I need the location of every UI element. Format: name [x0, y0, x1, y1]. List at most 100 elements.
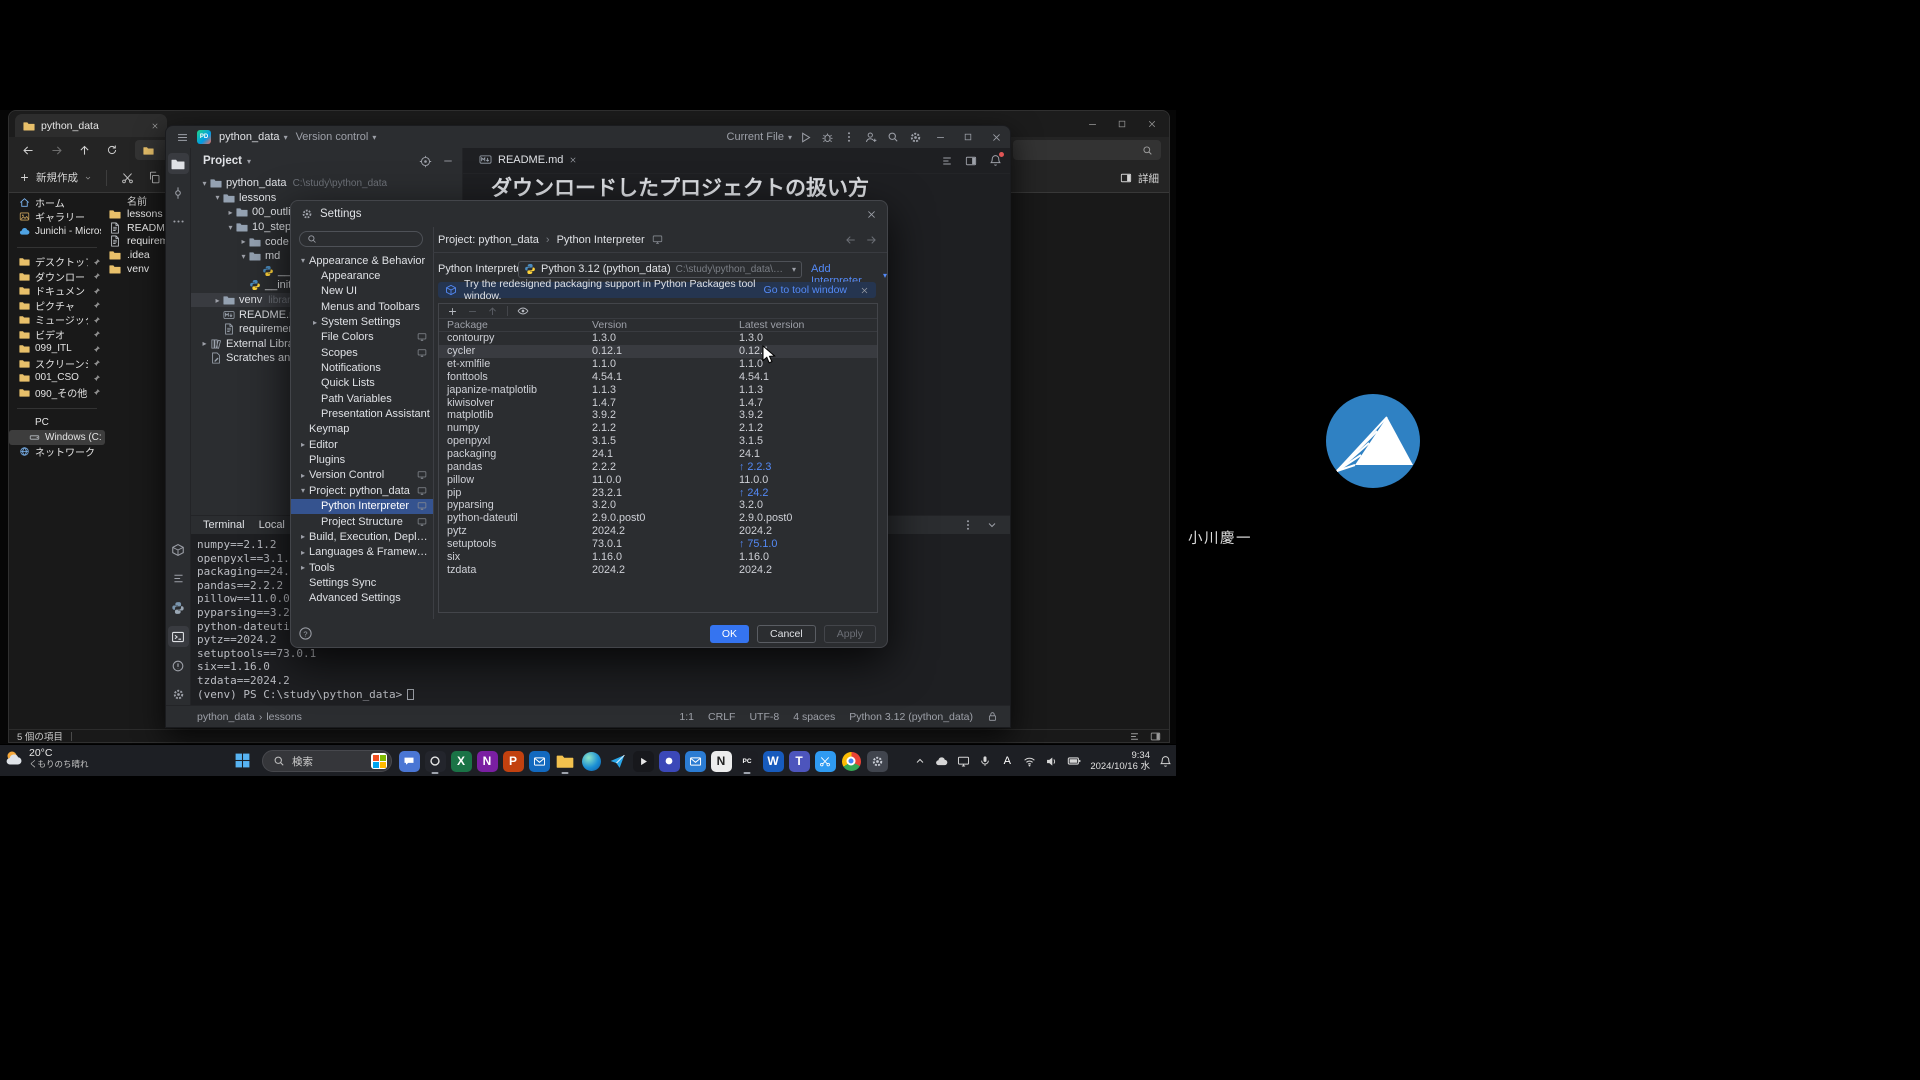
dismiss-banner-icon[interactable] [860, 286, 869, 295]
debug-icon[interactable] [816, 126, 838, 148]
help-button[interactable]: ? [298, 626, 313, 641]
settings-icon[interactable] [904, 126, 926, 148]
settings-nav-item[interactable]: Quick Lists [291, 376, 433, 391]
hide-terminal-icon[interactable] [986, 519, 998, 531]
explorer-sidebar-item[interactable]: ドキュメント [9, 284, 105, 299]
copy-icon[interactable] [148, 171, 161, 184]
settings-nav-item[interactable]: Settings Sync [291, 575, 433, 590]
package-row[interactable]: numpy2.1.22.1.2 [439, 422, 877, 435]
settings-nav-item[interactable]: ▾Project: python_data [291, 483, 433, 498]
settings-nav-item[interactable]: File Colors [291, 330, 433, 345]
start-button[interactable] [234, 752, 251, 769]
project-tree-item[interactable]: ▾python_dataC:\study\python_data [191, 176, 462, 191]
uninstall-package-icon[interactable] [467, 306, 478, 317]
settings-nav-item[interactable]: Plugins [291, 452, 433, 467]
package-row[interactable]: pyparsing3.2.03.2.0 [439, 499, 877, 512]
column-version[interactable]: Version [592, 319, 739, 331]
more-actions-icon[interactable] [838, 126, 860, 148]
breadcrumb-page[interactable]: Python Interpreter [557, 234, 645, 246]
more-tools-icon[interactable] [168, 211, 189, 232]
settings-nav-item[interactable]: Keymap [291, 422, 433, 437]
explorer-sidebar-item[interactable]: ネットワーク [9, 445, 105, 460]
editor-layout-icon[interactable] [941, 155, 953, 167]
python-console-icon[interactable] [168, 597, 189, 618]
run-configuration-widget[interactable]: Current File [727, 131, 784, 143]
taskbar-app-excel[interactable]: X [448, 747, 474, 775]
settings-nav-item[interactable]: Scopes [291, 345, 433, 360]
settings-nav-item[interactable]: Python Interpreter [291, 499, 433, 514]
settings-nav-item[interactable]: New UI [291, 284, 433, 299]
taskbar-app-edge[interactable] [578, 747, 604, 775]
taskbar-app-paper-plane[interactable] [604, 747, 630, 775]
encoding[interactable]: UTF-8 [749, 711, 779, 723]
explorer-sidebar-item[interactable]: Windows (C:) [9, 430, 105, 445]
package-row[interactable]: pytz2024.22024.2 [439, 525, 877, 538]
explorer-sidebar-item[interactable]: ミュージック [9, 313, 105, 328]
explorer-sidebar-item[interactable]: Junichi - Microsoft [9, 224, 105, 239]
details-pane-button[interactable]: 詳細 [1120, 163, 1159, 193]
interpreter-status[interactable]: Python 3.12 (python_data) [849, 711, 973, 723]
forward-icon[interactable] [47, 144, 65, 157]
weather-widget[interactable]: 20°C くもりのち晴れ [4, 747, 89, 769]
upgrade-package-icon[interactable] [487, 306, 498, 317]
settings-nav-item[interactable]: ▸Languages & Frameworks [291, 545, 433, 560]
column-package[interactable]: Package [447, 319, 592, 331]
explorer-sidebar-item[interactable]: PC [9, 416, 105, 431]
services-tool-icon[interactable] [168, 684, 189, 705]
ime-indicator[interactable]: A [1000, 755, 1014, 767]
split-editor-icon[interactable] [965, 155, 977, 167]
explorer-sidebar-item[interactable]: スクリーンショット [9, 356, 105, 371]
interpreter-dropdown[interactable]: Python 3.12 (python_data) C:\study\pytho… [518, 261, 802, 278]
maximize-icon[interactable] [1107, 111, 1137, 137]
explorer-tab[interactable]: python_data [15, 114, 167, 137]
taskbar-app-word[interactable]: W [760, 747, 786, 775]
project-widget[interactable]: python_data [219, 131, 280, 143]
taskbar-app-settings-app[interactable] [864, 747, 890, 775]
package-row[interactable]: python-dateutil2.9.0.post02.9.0.post0 [439, 512, 877, 525]
notifications-icon[interactable] [989, 154, 1002, 167]
package-row[interactable]: contourpy1.3.01.3.0 [439, 332, 877, 345]
taskbar-app-pycharm[interactable]: PC [734, 747, 760, 775]
package-row[interactable]: cycler0.12.10.12.1 [439, 345, 877, 358]
package-row[interactable]: pillow11.0.011.0.0 [439, 473, 877, 486]
explorer-sidebar-item[interactable]: ホーム [9, 195, 105, 210]
battery-icon[interactable] [1067, 754, 1081, 768]
package-row[interactable]: pandas2.2.2↑ 2.2.3 [439, 460, 877, 473]
settings-search[interactable] [299, 231, 423, 247]
readonly-lock-icon[interactable] [987, 711, 998, 722]
settings-nav-item[interactable]: Menus and Toolbars [291, 299, 433, 314]
volume-icon[interactable] [1045, 755, 1058, 768]
forward-icon[interactable] [865, 234, 877, 246]
minimize-icon[interactable] [1077, 111, 1107, 137]
show-early-releases-icon[interactable] [517, 305, 529, 317]
explorer-sidebar-item[interactable]: ギャラリー [9, 210, 105, 225]
new-item-button[interactable]: 新規作成 [19, 170, 92, 185]
taskbar-app-explorer[interactable] [552, 747, 578, 775]
code-with-me-icon[interactable] [860, 126, 882, 148]
close-icon[interactable] [982, 126, 1010, 148]
explorer-search-box[interactable] [1013, 140, 1161, 160]
explorer-sidebar-item[interactable]: ビデオ [9, 327, 105, 342]
taskbar-app-onenote[interactable]: N [474, 747, 500, 775]
up-icon[interactable] [75, 144, 93, 157]
project-panel-title[interactable]: Project [203, 155, 242, 167]
line-ending[interactable]: CRLF [708, 711, 735, 723]
taskbar-app-chrome[interactable] [838, 747, 864, 775]
settings-nav-item[interactable]: ▸System Settings [291, 314, 433, 329]
notification-bell-icon[interactable] [1159, 755, 1172, 768]
package-row[interactable]: kiwisolver1.4.71.4.7 [439, 396, 877, 409]
refresh-icon[interactable] [103, 144, 121, 156]
minimize-icon[interactable] [926, 126, 954, 148]
taskbar-app-notion[interactable]: N [708, 747, 734, 775]
cancel-button[interactable]: Cancel [757, 625, 816, 643]
select-opened-file-icon[interactable] [419, 155, 432, 168]
vcs-widget[interactable]: Version control [296, 131, 369, 143]
settings-nav-item[interactable]: Appearance [291, 268, 433, 283]
package-row[interactable]: six1.16.01.16.0 [439, 550, 877, 563]
go-to-tool-window-link[interactable]: Go to tool window [764, 284, 847, 296]
close-icon[interactable] [1137, 111, 1167, 137]
commit-tool-icon[interactable] [168, 182, 189, 203]
microphone-icon[interactable] [979, 755, 991, 767]
settings-nav-item[interactable]: ▸Build, Execution, Deployment [291, 529, 433, 544]
column-latest-version[interactable]: Latest version [739, 319, 877, 331]
